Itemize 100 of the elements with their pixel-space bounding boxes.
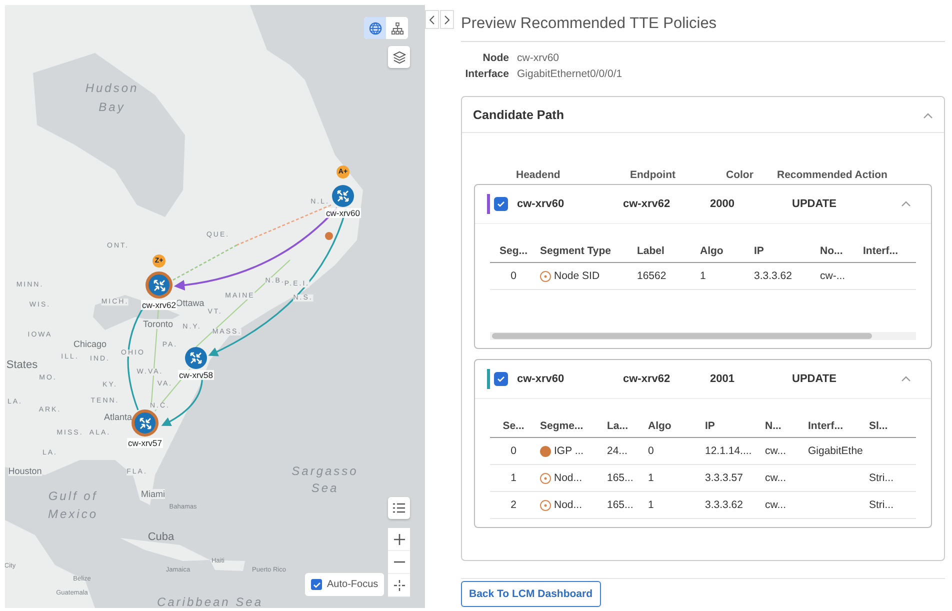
expand-right-button[interactable] (440, 10, 454, 29)
map-label: Miami (141, 489, 165, 499)
color-value: 2001 (710, 373, 736, 385)
node-label: cw-xrv58 (178, 370, 214, 380)
column-header: Interf... (862, 245, 900, 257)
list-button[interactable] (388, 497, 410, 519)
column-header: No... (819, 245, 844, 257)
check-icon (497, 201, 505, 207)
view-toggle-button[interactable] (364, 17, 386, 39)
checkbox[interactable] (494, 372, 508, 386)
table-cell: Node SID (554, 270, 600, 282)
table-cell: 165... (607, 499, 634, 511)
table-cell: Nod... (554, 499, 582, 511)
map-label: Gulf of (48, 489, 98, 503)
table-cell: 16562 (637, 270, 666, 282)
router-icon (337, 190, 349, 202)
column-header: Headend (516, 169, 562, 181)
map-label: Houston (8, 466, 42, 476)
table-cell: cw... (765, 499, 786, 511)
node-label: cw-xrv60 (325, 208, 361, 218)
back-button[interactable]: Back To LCM Dashboard (461, 581, 600, 607)
detail-value: cw-xrv60 (517, 52, 560, 64)
column-header: Algo (699, 245, 724, 257)
globe-icon (368, 22, 382, 34)
map-label: Sea (311, 481, 339, 495)
headend-value: cw-xrv60 (517, 198, 566, 210)
checkbox[interactable] (311, 579, 322, 590)
color-value: 2000 (710, 198, 736, 210)
map-label: Mexico (48, 507, 98, 521)
chevron-up-icon[interactable] (901, 201, 911, 207)
table-cell: GigabitEthe (808, 445, 863, 457)
table-cell: Nod... (554, 472, 582, 484)
scrollbar-thumb[interactable] (492, 333, 872, 339)
column-header: Endpoint (630, 169, 676, 181)
layers-icon (392, 50, 406, 64)
column-header: Seg... (498, 245, 528, 257)
map-label: Bay (98, 100, 126, 114)
table-cell: 1 (648, 472, 654, 484)
column-header: Color (726, 169, 754, 181)
chevron-right-icon (444, 14, 450, 24)
action-value: UPDATE (792, 373, 838, 385)
node-label: cw-xrv57 (127, 438, 163, 448)
action-value: UPDATE (792, 198, 838, 210)
table-cell: 3.3.3.62 (754, 270, 792, 282)
node-label: cw-xrv62 (141, 300, 177, 310)
table-cell: 24... (607, 445, 628, 457)
map-label: States (6, 359, 38, 371)
map-label: Atlanta (104, 412, 132, 422)
auto-focus-label: Auto-Focus (327, 579, 378, 590)
chevron-up-icon[interactable] (901, 376, 911, 382)
plus-icon (394, 534, 404, 544)
column-header: Sl... (868, 420, 889, 432)
check-icon (312, 582, 320, 588)
column-header: Se... (502, 420, 526, 432)
endpoint-value: cw-xrv62 (623, 198, 672, 210)
table-cell: IGP ... (554, 445, 584, 457)
column-header: Segment Type (539, 245, 612, 257)
column-header: Segme... (539, 420, 584, 432)
scrollbar-track[interactable] (490, 332, 916, 340)
map-label: Ottawa (176, 298, 204, 308)
checkbox[interactable] (494, 197, 508, 211)
column-header: N... (764, 420, 782, 432)
map-label: Toronto (142, 319, 174, 329)
map-label: Cuba (148, 531, 174, 543)
table-cell: Stri... (869, 472, 894, 484)
collapse-left-button[interactable] (425, 10, 439, 29)
headend-value: cw-xrv60 (517, 373, 566, 385)
map-label: Caribbean Sea (156, 595, 264, 608)
crosshair-icon (394, 580, 404, 590)
detail-label: Interface (464, 68, 509, 80)
layers-button[interactable] (388, 46, 410, 68)
table-cell: 12.1.14.... (705, 445, 752, 457)
column-header: Label (636, 245, 666, 257)
column-header: Recommended Action (777, 169, 888, 181)
table-cell: Stri... (869, 499, 894, 511)
column-header: IP (704, 420, 716, 432)
column-header: La... (606, 420, 630, 432)
endpoint-value: cw-xrv62 (623, 373, 672, 385)
table-cell: cw... (765, 472, 786, 484)
column-header: Interf... (807, 420, 844, 432)
table-cell: 0 (648, 445, 654, 457)
list-icon (393, 503, 405, 513)
router-icon (190, 352, 202, 364)
table-cell: 2 (510, 499, 516, 511)
table-cell: 3.3.3.57 (705, 472, 743, 484)
minus-icon (394, 561, 404, 563)
table-cell: 165... (607, 472, 634, 484)
table-cell: 0 (510, 270, 516, 282)
check-icon (497, 376, 505, 382)
zoom-in-button[interactable] (388, 528, 410, 551)
table-cell: 1 (648, 499, 654, 511)
card-title: Candidate Path (473, 108, 564, 122)
map-label: Chicago (73, 339, 107, 349)
panel-title: Preview Recommended TTE Policies (461, 15, 945, 42)
table-cell: 3.3.3.62 (705, 499, 743, 511)
detail-value: GigabitEthernet0/0/0/1 (517, 68, 624, 80)
map-label: Sargasso (292, 464, 358, 478)
table-cell: 1 (700, 270, 706, 282)
table-cell: cw-... (820, 270, 846, 282)
chevron-up-icon[interactable] (923, 112, 933, 118)
